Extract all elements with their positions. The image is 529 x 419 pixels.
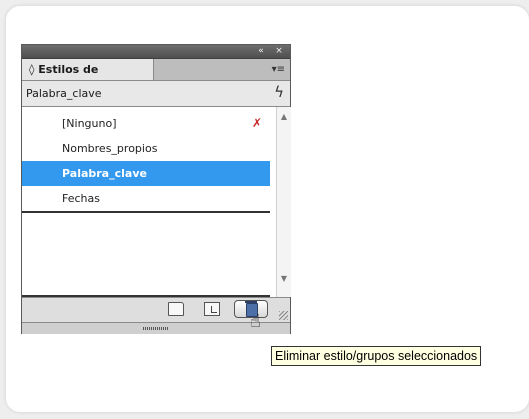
lightning-bolt-icon[interactable]: ϟ xyxy=(274,83,284,101)
hand-cursor-icon: ☝ xyxy=(250,311,261,332)
styles-list: [Ninguno] ✗ Nombres_propios Palabra_clav… xyxy=(22,107,276,297)
resize-grip-icon[interactable] xyxy=(279,311,288,320)
pencil-crossed-out-icon: ✗ xyxy=(251,116,262,130)
list-item[interactable]: Nombres_propios xyxy=(22,136,270,161)
panel-titlebar[interactable]: « × xyxy=(22,45,290,59)
folder-icon[interactable] xyxy=(168,302,184,316)
scroll-up-icon[interactable]: ▲ xyxy=(277,111,291,123)
drag-handle[interactable] xyxy=(143,327,169,330)
styles-scrollbar[interactable]: ▲ ▼ xyxy=(276,107,291,297)
panel-tabbar: ◊ Estilos de carácter ▾≡ xyxy=(22,59,290,97)
panel-menu-icon[interactable]: ▾≡ xyxy=(272,59,285,80)
current-style-row: Palabra_clave ϟ xyxy=(22,81,290,107)
style-name: Fechas xyxy=(62,192,100,205)
group-divider xyxy=(22,211,270,213)
scroll-down-icon[interactable]: ▼ xyxy=(277,273,291,285)
current-style-label: Palabra_clave xyxy=(26,87,102,100)
list-item[interactable]: [Ninguno] ✗ xyxy=(22,111,270,136)
list-item[interactable]: Fechas xyxy=(22,186,270,211)
close-icon[interactable]: × xyxy=(272,45,286,58)
tooltip: Eliminar estilo/grupos seleccionados xyxy=(271,346,482,366)
character-styles-panel: « × ◊ Estilos de carácter ▾≡ Palabra_cla… xyxy=(21,44,291,334)
style-name: [Ninguno] xyxy=(62,117,117,130)
style-name: Nombres_propios xyxy=(62,142,158,155)
new-style-icon[interactable] xyxy=(204,302,220,316)
style-name: Palabra_clave xyxy=(62,167,147,180)
collapse-icon[interactable]: « xyxy=(254,45,268,58)
tab-character-styles[interactable]: ◊ Estilos de carácter xyxy=(22,59,154,97)
list-item-selected[interactable]: Palabra_clave xyxy=(22,161,270,186)
